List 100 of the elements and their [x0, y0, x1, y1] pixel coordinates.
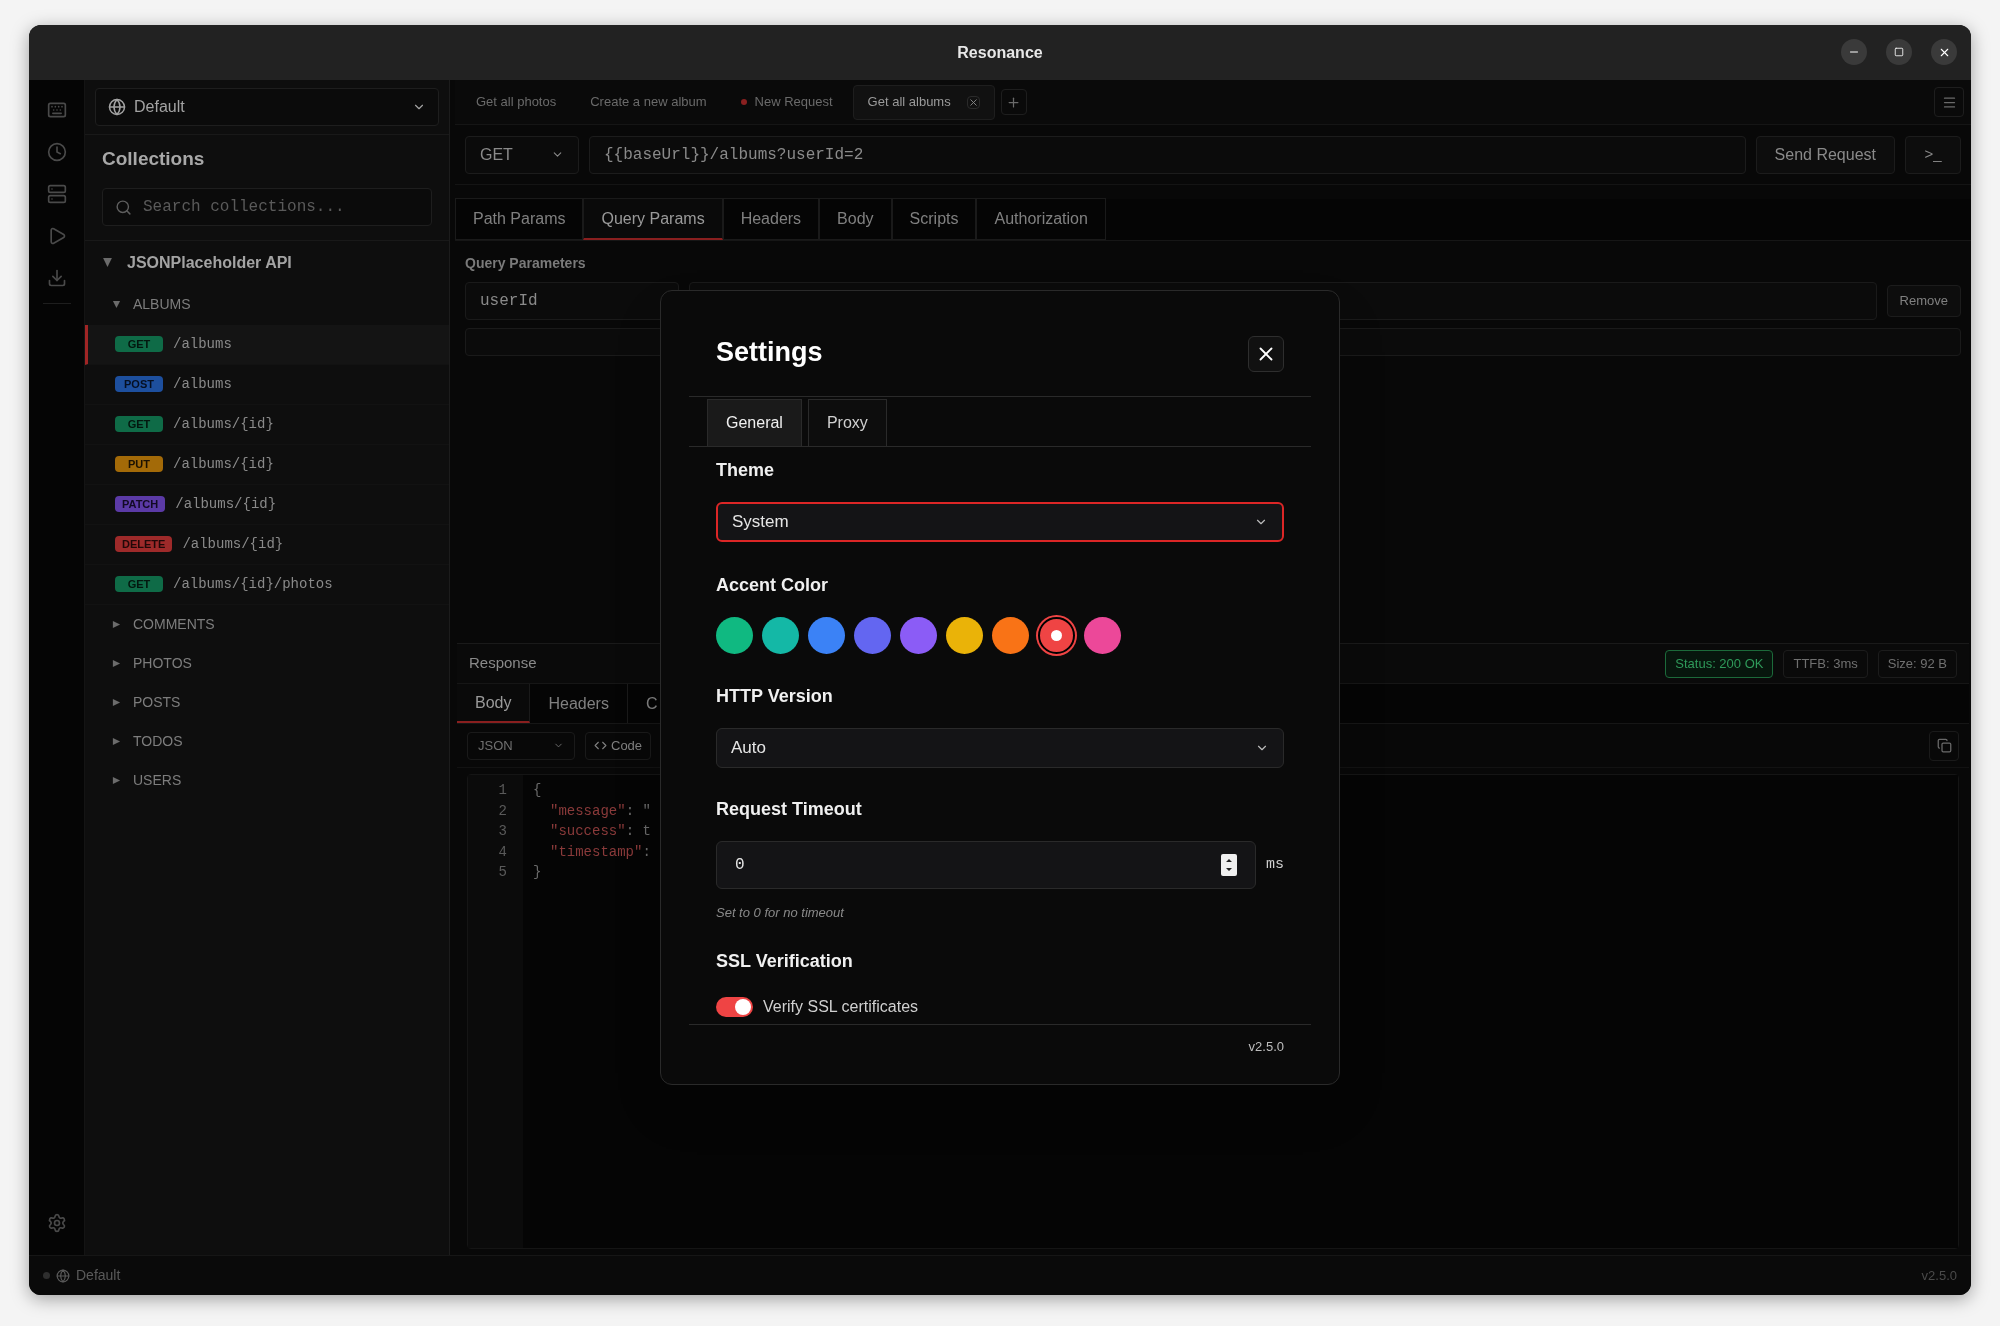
- plus-icon: [1006, 94, 1022, 110]
- maximize-button[interactable]: [1886, 39, 1912, 65]
- color-swatch[interactable]: [946, 617, 983, 654]
- request-item[interactable]: DELETE /albums/{id}: [85, 524, 449, 565]
- status-version: v2.5.0: [1921, 1266, 1957, 1285]
- close-icon[interactable]: [966, 95, 980, 109]
- settings-tab[interactable]: General: [707, 399, 802, 446]
- globe-icon: [108, 98, 126, 116]
- remove-button[interactable]: Remove: [1886, 285, 1961, 317]
- field-label: Accent Color: [716, 574, 830, 597]
- unit-label: ms: [1266, 854, 1284, 875]
- folder-item[interactable]: TODOS: [85, 721, 449, 761]
- color-swatch[interactable]: [716, 617, 753, 654]
- request-item[interactable]: GET /albums/{id}/photos: [85, 564, 449, 605]
- collection-item[interactable]: JSONPlaceholder API: [85, 240, 449, 285]
- section-tab[interactable]: Headers: [722, 198, 820, 240]
- request-item[interactable]: PUT /albums/{id}: [85, 444, 449, 485]
- request-tab[interactable]: Get all albums: [852, 84, 995, 120]
- line-number: 5: [498, 863, 507, 882]
- request-item[interactable]: GET /albums/{id}: [85, 404, 449, 445]
- section-tab[interactable]: Body: [819, 198, 892, 240]
- copy-icon: [1936, 738, 1952, 753]
- section-heading: Query Parameters: [465, 254, 587, 273]
- section-tab[interactable]: Path Params: [455, 198, 584, 240]
- selected-color-swatch[interactable]: [1038, 617, 1075, 654]
- line-number: 1: [498, 781, 507, 800]
- color-swatch[interactable]: [900, 617, 937, 654]
- url-field[interactable]: {{baseUrl}}/albums?userId=2: [589, 135, 1746, 174]
- window-title: Resonance: [957, 42, 1043, 63]
- collapsed-triangle-icon[interactable]: [112, 697, 121, 707]
- theme-select[interactable]: System: [716, 502, 1284, 542]
- collapsed-triangle-icon[interactable]: [112, 736, 121, 746]
- color-swatch[interactable]: [1084, 617, 1121, 654]
- folder-item[interactable]: POSTS: [85, 682, 449, 722]
- color-swatch[interactable]: [808, 617, 845, 654]
- collapsed-triangle-icon[interactable]: [112, 658, 121, 668]
- color-swatch[interactable]: [762, 617, 799, 654]
- spinner-icon[interactable]: [1221, 854, 1237, 876]
- collapsed-triangle-icon[interactable]: [112, 619, 121, 629]
- http-version-select[interactable]: Auto: [716, 728, 1284, 768]
- status-badge: Status: 200 OK: [1665, 649, 1774, 678]
- method-badge: PATCH: [115, 496, 166, 512]
- param-key-field[interactable]: userId: [465, 282, 679, 320]
- method-badge: GET: [115, 576, 163, 592]
- request-item[interactable]: PATCH /albums/{id}: [85, 484, 449, 525]
- field-label: HTTP Version: [716, 685, 834, 708]
- section-tab[interactable]: Query Params: [583, 198, 723, 240]
- response-title: Response: [469, 653, 537, 674]
- minimize-button[interactable]: [1841, 39, 1867, 65]
- search-field[interactable]: Search collections...: [102, 187, 432, 226]
- response-tab[interactable]: Headers: [530, 684, 628, 723]
- method-select[interactable]: GET: [465, 135, 579, 174]
- menu-icon: [1941, 94, 1957, 110]
- field-label: Theme: [716, 459, 776, 482]
- hint-text: Set to 0 for no timeout: [716, 904, 846, 922]
- expanded-triangle-icon[interactable]: [112, 300, 121, 309]
- dialog-title: Settings: [716, 335, 823, 369]
- toggle-switch[interactable]: [716, 996, 753, 1017]
- collapsed-triangle-icon[interactable]: [112, 775, 121, 785]
- code-line: "message": ": [550, 801, 651, 821]
- folder-item[interactable]: PHOTOS: [85, 643, 449, 683]
- window-close-button[interactable]: [1931, 39, 1957, 65]
- sidebar-title: Collections: [102, 147, 206, 171]
- response-tab[interactable]: Body: [457, 684, 531, 723]
- folder-item[interactable]: COMMENTS: [85, 604, 449, 644]
- color-swatch[interactable]: [854, 617, 891, 654]
- folder-item[interactable]: USERS: [85, 760, 449, 800]
- environment-select[interactable]: Default: [95, 88, 439, 126]
- color-swatch[interactable]: [992, 617, 1029, 654]
- section-tab[interactable]: Scripts: [891, 198, 977, 240]
- line-number: 2: [498, 801, 507, 821]
- copy-button[interactable]: [1929, 730, 1959, 761]
- request-tab[interactable]: New Request: [726, 84, 847, 120]
- expanded-triangle-icon[interactable]: [102, 257, 113, 268]
- method-badge: GET: [115, 336, 163, 352]
- settings-tab[interactable]: Proxy: [807, 399, 887, 446]
- method-badge: GET: [115, 416, 163, 432]
- close-button[interactable]: [1248, 336, 1284, 372]
- section-tab[interactable]: Authorization: [976, 198, 1106, 240]
- request-item[interactable]: GET /albums: [85, 324, 449, 365]
- line-number: 3: [498, 822, 507, 841]
- method-badge: PUT: [115, 456, 163, 472]
- new-tab-button[interactable]: [1000, 89, 1027, 115]
- send-request-button[interactable]: Send Request: [1755, 135, 1895, 174]
- terminal-button[interactable]: >_: [1905, 135, 1961, 174]
- timeout-field[interactable]: 0: [716, 841, 1256, 889]
- code-line: }: [533, 863, 542, 882]
- field-label: SSL Verification: [716, 949, 854, 973]
- format-select[interactable]: JSON: [467, 731, 575, 760]
- folder-item[interactable]: ALBUMS: [85, 284, 449, 325]
- request-item[interactable]: POST /albums: [85, 364, 449, 405]
- menu-button[interactable]: [1934, 87, 1964, 117]
- line-number: 4: [498, 842, 507, 862]
- code-line: "success": t: [550, 822, 651, 841]
- toggle-label: Verify SSL certificates: [763, 996, 919, 1017]
- maximize-icon: [1894, 47, 1904, 57]
- request-tab[interactable]: Get all photos: [462, 84, 571, 120]
- status-environment: Default: [76, 1266, 121, 1285]
- request-tab[interactable]: Create a new album: [576, 84, 721, 120]
- code-view-button[interactable]: Code: [585, 731, 652, 760]
